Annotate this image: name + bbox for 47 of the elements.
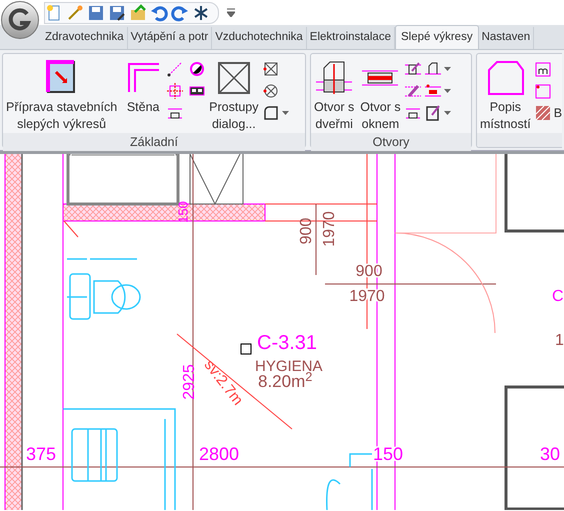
ribbon-tab[interactable]: Zdravotechnika: [42, 27, 128, 49]
dimension-label: 30: [540, 444, 560, 464]
magic-wand-icon[interactable]: [66, 4, 84, 22]
group-label: Otvory: [311, 133, 471, 151]
dimension-label: 375: [26, 444, 56, 464]
caret-icon[interactable]: [444, 67, 451, 71]
group-label: Základní: [3, 133, 305, 151]
ribbon-tab[interactable]: Vytápění a potr: [128, 27, 212, 49]
customize-menu-icon[interactable]: [227, 8, 235, 17]
dimension-label: 2925: [181, 364, 198, 400]
ribbon-tab[interactable]: Nastaven: [478, 27, 534, 49]
rounded-corner-icon[interactable]: [262, 104, 280, 122]
redo-icon[interactable]: [171, 4, 189, 22]
app-logo-icon[interactable]: [1, 1, 39, 39]
ribbon-button[interactable]: Otvor s oknem: [357, 54, 404, 133]
half-circle-icon[interactable]: [188, 60, 206, 78]
ribbon-button[interactable]: Stěna: [120, 54, 166, 116]
button-label[interactable]: B: [554, 104, 562, 123]
column-cross-icon[interactable]: [166, 82, 184, 100]
dimension-label: C: [552, 288, 564, 306]
window-opening-icon: [360, 69, 400, 87]
undo-icon[interactable]: [150, 4, 168, 22]
dimension-label: 900: [298, 218, 316, 244]
edit-page-icon[interactable]: [424, 104, 442, 122]
ribbon-button[interactable]: Prostupy dialog...: [206, 54, 262, 133]
crossed-circle-icon[interactable]: [262, 82, 280, 100]
dimension-label: 150: [175, 201, 190, 223]
ribbon-tab[interactable]: Vzduchotechnika: [212, 27, 307, 49]
dimension-label: 1970: [321, 211, 338, 247]
ribbon-button[interactable]: Příprava stavebních slepých výkresů: [3, 54, 120, 133]
caret-icon[interactable]: [282, 111, 289, 115]
dimension-label: 1: [555, 332, 564, 350]
ribbon-tab[interactable]: Slepé výkresy: [394, 25, 479, 49]
caret-icon[interactable]: [444, 89, 451, 93]
room-number: C-3.31: [257, 332, 318, 354]
save-icon[interactable]: [87, 4, 105, 22]
line-point-icon[interactable]: [166, 60, 184, 78]
area-label-icon[interactable]: [534, 60, 552, 78]
dimension-label: 2800: [198, 444, 240, 464]
room-outline-icon: [485, 58, 526, 98]
ribbon-button[interactable]: Popis místností: [477, 54, 534, 133]
save-as-icon[interactable]: [108, 4, 126, 22]
ribbon-button[interactable]: Otvor s dveřmi: [311, 54, 358, 133]
caret-icon[interactable]: [444, 111, 451, 115]
crossed-square-icon[interactable]: [262, 60, 280, 78]
hatch-pattern-icon[interactable]: [534, 104, 552, 122]
selection-marker-icon: [240, 344, 252, 354]
